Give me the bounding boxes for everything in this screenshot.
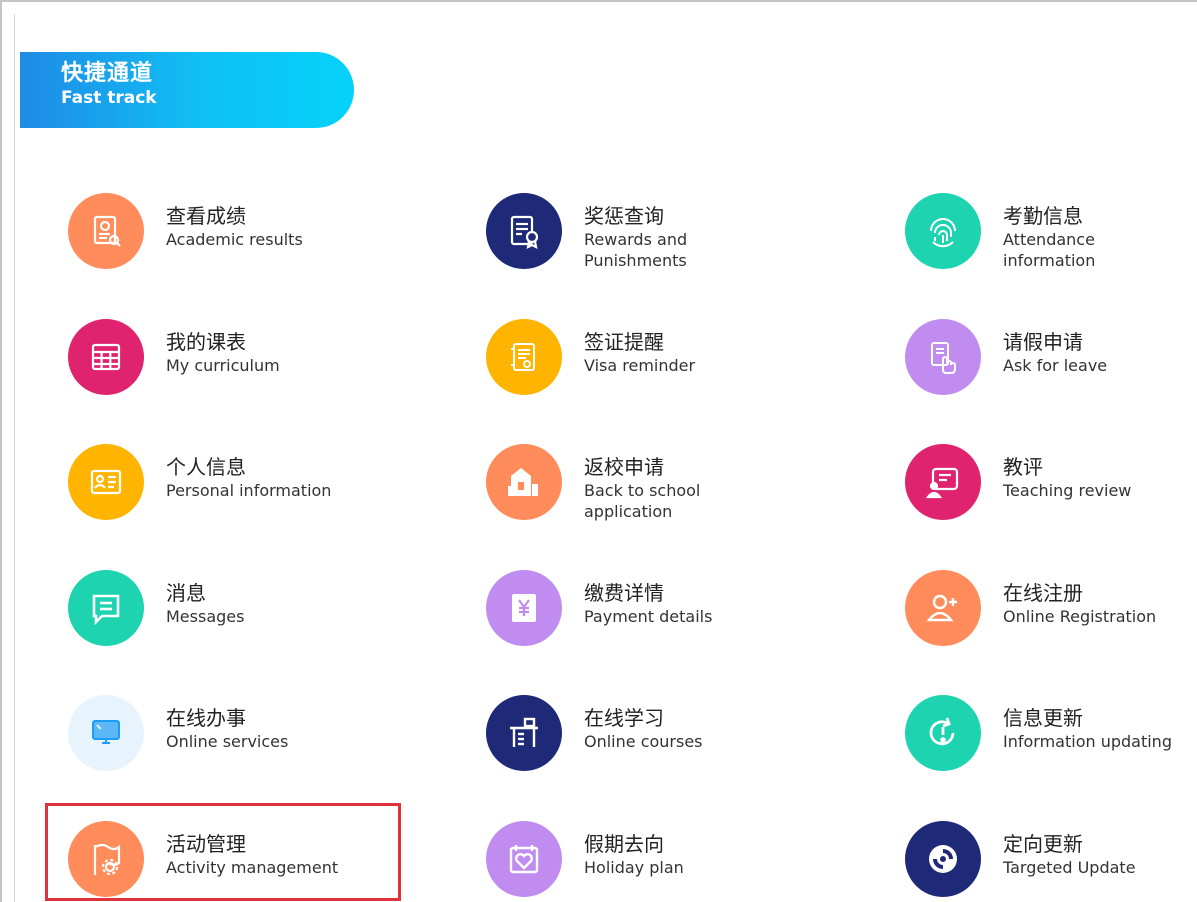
school-building-icon	[486, 444, 562, 520]
tile-label-zh: 在线办事	[166, 706, 246, 730]
tile-online-services[interactable]: 在线办事 Online services	[68, 695, 428, 795]
add-user-icon	[905, 570, 981, 646]
grade-report-icon	[68, 193, 144, 269]
tile-label-zh: 签证提醒	[584, 330, 664, 354]
tile-label-zh: 在线注册	[1003, 581, 1083, 605]
tile-label-en: Payment details	[584, 607, 713, 626]
tile-label-en: Back to school application	[584, 481, 701, 521]
tile-label-en: Online Registration	[1003, 607, 1157, 626]
tile-label-zh: 请假申请	[1003, 330, 1083, 354]
tile-label-zh: 查看成绩	[166, 204, 246, 228]
timetable-icon	[68, 319, 144, 395]
tile-label-zh: 我的课表	[166, 330, 246, 354]
tile-label-en: Online courses	[584, 732, 703, 751]
tile-label-en: Teaching review	[1003, 481, 1132, 500]
tile-online-registration[interactable]: 在线注册 Online Registration	[905, 570, 1197, 670]
tile-label-zh: 教评	[1003, 455, 1043, 479]
tile-academic-results[interactable]: 查看成绩 Academic results	[68, 193, 428, 293]
tile-label-en: Messages	[166, 607, 245, 626]
tile-label-zh: 信息更新	[1003, 706, 1083, 730]
tile-label-en: Holiday plan	[584, 858, 684, 877]
fingerprint-icon	[905, 193, 981, 269]
tile-label-zh: 返校申请	[584, 455, 664, 479]
id-card-icon	[68, 444, 144, 520]
calendar-heart-icon	[486, 821, 562, 897]
tile-targeted-update[interactable]: 定向更新 Targeted Update	[905, 821, 1197, 902]
payment-yuan-icon	[486, 570, 562, 646]
tile-label-en: Ask for leave	[1003, 356, 1108, 375]
monitor-icon	[68, 695, 144, 771]
tile-payment-details[interactable]: 缴费详情 Payment details	[486, 570, 846, 670]
tile-messages[interactable]: 消息 Messages	[68, 570, 428, 670]
message-icon	[68, 570, 144, 646]
tile-label-zh: 奖惩查询	[584, 204, 664, 228]
visa-document-icon	[486, 319, 562, 395]
tile-back-to-school[interactable]: 返校申请 Back to school application	[486, 444, 846, 544]
tile-label-en: Information updating	[1003, 732, 1172, 751]
tile-teaching-review[interactable]: 教评 Teaching review	[905, 444, 1197, 544]
tile-label-zh: 假期去向	[584, 832, 664, 856]
leave-request-icon	[905, 319, 981, 395]
tile-label-en: Personal information	[166, 481, 332, 500]
tile-label-en: Online services	[166, 732, 289, 751]
tile-label-zh: 个人信息	[166, 455, 246, 479]
tile-information-updating[interactable]: 信息更新 Information updating	[905, 695, 1197, 795]
tile-rewards-punishments[interactable]: 奖惩查询 Rewards and Punishments	[486, 193, 846, 293]
tile-label-en: Academic results	[166, 230, 303, 249]
info-refresh-icon	[905, 695, 981, 771]
tile-visa-reminder[interactable]: 签证提醒 Visa reminder	[486, 319, 846, 419]
certificate-icon	[486, 193, 562, 269]
tile-online-courses[interactable]: 在线学习 Online courses	[486, 695, 846, 795]
tile-label-zh: 考勤信息	[1003, 204, 1083, 228]
tile-label-zh: 在线学习	[584, 706, 664, 730]
tile-attendance-information[interactable]: 考勤信息 Attendance information	[905, 193, 1197, 293]
shortcut-grid: 查看成绩 Academic results 奖惩查询 Rewards and P…	[2, 2, 1197, 902]
tile-label-en: Rewards and Punishments	[584, 230, 688, 270]
desk-study-icon	[486, 695, 562, 771]
app-frame: 快捷通道 Fast track 查看成绩 Academic results 奖惩…	[0, 0, 1197, 902]
tile-label-zh: 定向更新	[1003, 832, 1083, 856]
tile-my-curriculum[interactable]: 我的课表 My curriculum	[68, 319, 428, 419]
targeted-sync-icon	[905, 821, 981, 897]
tile-label-zh: 缴费详情	[584, 581, 664, 605]
tile-ask-for-leave[interactable]: 请假申请 Ask for leave	[905, 319, 1197, 419]
tile-label-en: My curriculum	[166, 356, 280, 375]
tile-label-en: Attendance information	[1003, 230, 1096, 270]
tile-label-en: Targeted Update	[1003, 858, 1136, 877]
highlight-box	[45, 803, 401, 901]
tile-label-en: Visa reminder	[584, 356, 696, 375]
tile-personal-information[interactable]: 个人信息 Personal information	[68, 444, 428, 544]
tile-holiday-plan[interactable]: 假期去向 Holiday plan	[486, 821, 846, 902]
teacher-board-icon	[905, 444, 981, 520]
tile-label-zh: 消息	[166, 581, 206, 605]
